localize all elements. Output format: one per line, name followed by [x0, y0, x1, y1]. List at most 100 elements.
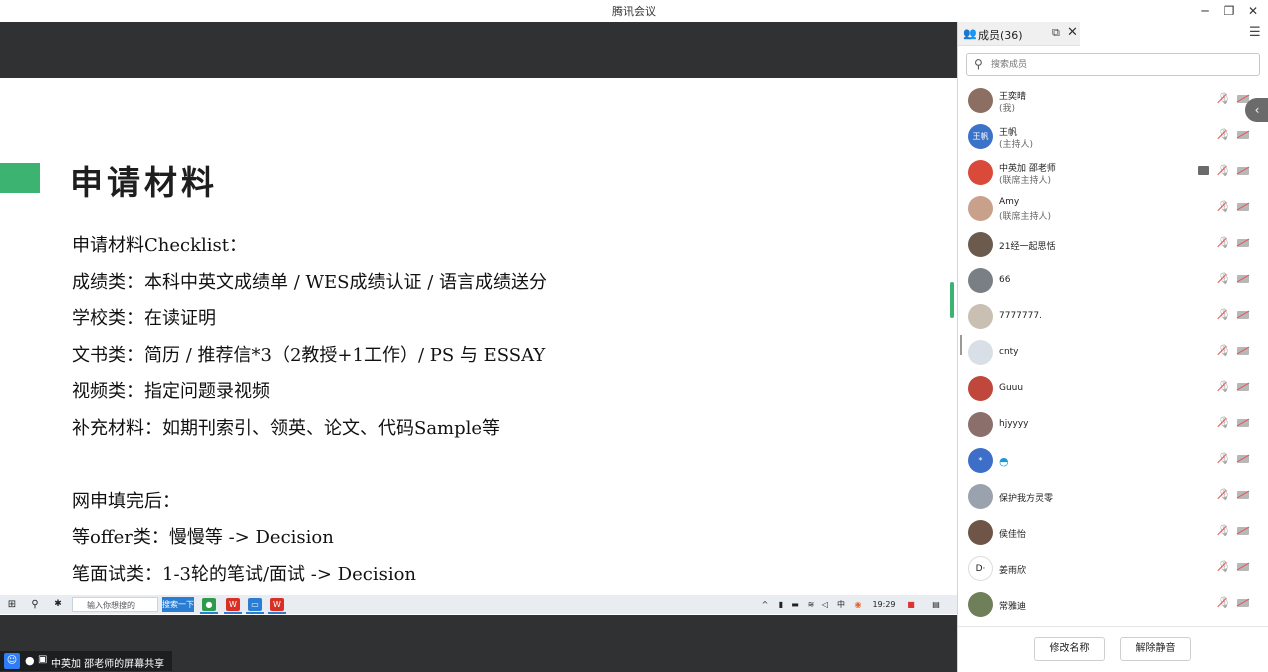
mic-muted-icon[interactable]: 🎙	[1217, 596, 1231, 609]
tray-action-center-icon: ▤	[932, 600, 940, 609]
member-row[interactable]: Amy (联席主持人) 🎙	[958, 192, 1268, 228]
search-icon: ⚲	[31, 599, 39, 610]
slide-line: 申请材料Checklist：	[72, 235, 247, 256]
camera-off-icon[interactable]	[1237, 131, 1249, 139]
avatar	[968, 160, 993, 185]
avatar	[968, 304, 993, 329]
scroll-indicator	[950, 282, 954, 318]
camera-off-icon[interactable]	[1237, 167, 1249, 175]
shared-taskbar: ⊞ ⚲ ✱ 输入你想搜的 搜索一下 ● W ▭ W ^ ▮ ▬ ≋ ◁ 中 ◉ …	[0, 595, 957, 614]
camera-off-icon[interactable]	[1237, 599, 1249, 607]
taskbar-search-input: 输入你想搜的	[72, 597, 158, 612]
member-row[interactable]: Guuu 🎙	[958, 372, 1268, 408]
active-app-indicator	[224, 612, 242, 614]
member-row[interactable]: 常雅迪 🎙	[958, 588, 1268, 624]
mic-muted-icon[interactable]: 🎙	[1217, 272, 1231, 285]
mic-muted-icon[interactable]: 🎙	[1217, 200, 1231, 213]
mic-muted-icon[interactable]: 🎙	[1217, 560, 1231, 573]
mic-muted-icon[interactable]: 🎙	[1217, 344, 1231, 357]
avatar	[968, 520, 993, 545]
close-icon[interactable]: ✕	[1067, 25, 1078, 40]
camera-off-icon[interactable]	[1237, 203, 1249, 211]
user-icon[interactable]: ☺	[4, 653, 20, 669]
camera-off-icon[interactable]	[1237, 383, 1249, 391]
member-row[interactable]: hjyyyy 🎙	[958, 408, 1268, 444]
mic-muted-icon[interactable]: 🎙	[1217, 524, 1231, 537]
slide-line: 成绩类：本科中英文成绩单 / WES成绩认证 / 语言成绩送分	[72, 271, 547, 293]
tray-mic-icon: ▮	[778, 600, 784, 609]
collapse-panel-button[interactable]: ‹	[1245, 98, 1268, 122]
member-role: (主持人)	[999, 140, 1034, 150]
tray-wifi-icon: ≋	[807, 600, 815, 609]
screen-share-icon	[1198, 166, 1209, 175]
avatar: *	[968, 448, 993, 473]
camera-off-icon[interactable]	[1237, 455, 1249, 463]
member-name: cnty	[999, 347, 1019, 357]
resize-handle[interactable]	[960, 335, 962, 355]
rename-button[interactable]: 修改名称	[1034, 637, 1105, 661]
camera-off-icon[interactable]	[1237, 311, 1249, 319]
member-row[interactable]: 中英加 邵老师 (联席主持人) 🎙	[958, 156, 1268, 192]
window-app-icon: ▭	[248, 598, 262, 611]
member-row[interactable]: 王奕晴 (我) 🎙	[958, 84, 1268, 120]
unmute-button[interactable]: 解除静音	[1120, 637, 1191, 661]
restore-button[interactable]: ❐	[1218, 2, 1240, 20]
camera-off-icon[interactable]	[1237, 347, 1249, 355]
member-search-input[interactable]	[991, 56, 1251, 73]
mic-muted-icon[interactable]: 🎙	[1217, 380, 1231, 393]
member-row[interactable]: * ◓ 🎙	[958, 444, 1268, 480]
shared-slide: 申请材料 申请材料Checklist： 成绩类：本科中英文成绩单 / WES成绩…	[0, 78, 957, 615]
mic-muted-icon[interactable]: 🎙	[1217, 488, 1231, 501]
member-search-box[interactable]: ⚲	[966, 53, 1260, 76]
member-row[interactable]: 保护我方灵零 🎙	[958, 480, 1268, 516]
close-window-button[interactable]: ✕	[1242, 2, 1264, 20]
slide-line: 等offer类：慢慢等 -> Decision	[72, 527, 334, 548]
member-row[interactable]: cnty 🎙	[958, 336, 1268, 372]
members-icon: 👥	[963, 27, 977, 40]
slide-line	[72, 447, 547, 484]
member-name: Guuu	[999, 383, 1024, 393]
camera-off-icon[interactable]	[1237, 239, 1249, 247]
mic-muted-icon[interactable]: 🎙	[1217, 236, 1231, 249]
member-name: hjyyyy	[999, 419, 1029, 429]
popout-icon[interactable]: ⧉	[1052, 26, 1060, 40]
tray-app-icon: ◉	[854, 600, 862, 609]
member-row[interactable]: 21经一起思恬 🎙	[958, 228, 1268, 264]
member-row[interactable]: 侯佳怡 🎙	[958, 516, 1268, 552]
member-row[interactable]: 7777777. 🎙	[958, 300, 1268, 336]
tray-chevron-icon: ^	[761, 600, 769, 609]
member-name: 保护我方灵零	[999, 494, 1054, 504]
slide-body: 申请材料Checklist： 成绩类：本科中英文成绩单 / WES成绩认证 / …	[72, 228, 547, 593]
mic-muted-icon[interactable]: 🎙	[1217, 128, 1231, 141]
member-row[interactable]: 66 🎙	[958, 264, 1268, 300]
avatar	[968, 268, 993, 293]
tray-network-icon: ▬	[791, 600, 799, 609]
mic-muted-icon[interactable]: 🎙	[1217, 452, 1231, 465]
mic-muted-icon[interactable]: 🎙	[1217, 308, 1231, 321]
camera-off-icon[interactable]	[1237, 527, 1249, 535]
window-title: 腾讯会议	[612, 5, 656, 18]
tray-clock: 19:29	[872, 600, 896, 609]
minimize-button[interactable]: ─	[1194, 2, 1216, 20]
member-row[interactable]: D· 姜雨欣 🎙	[958, 552, 1268, 588]
member-name-icon: ◓	[999, 455, 1009, 468]
screen-share-icon[interactable]: ▣	[38, 654, 47, 665]
slide-line: 笔面试类：1-3轮的笔试/面试 -> Decision	[72, 563, 417, 585]
tab-members[interactable]: 👥 成员(36) ⧉ ✕	[958, 22, 1080, 46]
active-app-indicator	[200, 612, 218, 614]
mic-muted-icon[interactable]: 🎙	[1217, 164, 1231, 177]
camera-off-icon[interactable]	[1237, 419, 1249, 427]
share-status-bar: ☺ ● ▣ 中英加 邵老师的屏幕共享	[0, 651, 172, 671]
mic-muted-icon[interactable]: 🎙	[1217, 416, 1231, 429]
avatar	[968, 592, 993, 617]
menu-icon[interactable]: ☰	[1249, 25, 1261, 40]
camera-off-icon[interactable]	[1237, 275, 1249, 283]
windows-start-icon: ⊞	[7, 599, 17, 610]
camera-off-icon[interactable]	[1237, 491, 1249, 499]
mic-icon[interactable]: ●	[25, 654, 35, 667]
camera-off-icon[interactable]	[1237, 563, 1249, 571]
member-row[interactable]: 王帆 王帆 (主持人) 🎙	[958, 120, 1268, 156]
member-name: 常雅迪	[999, 602, 1027, 612]
mic-muted-icon[interactable]: 🎙	[1217, 92, 1231, 105]
slide-line: 补充材料：如期刊索引、领英、论文、代码Sample等	[72, 417, 501, 439]
